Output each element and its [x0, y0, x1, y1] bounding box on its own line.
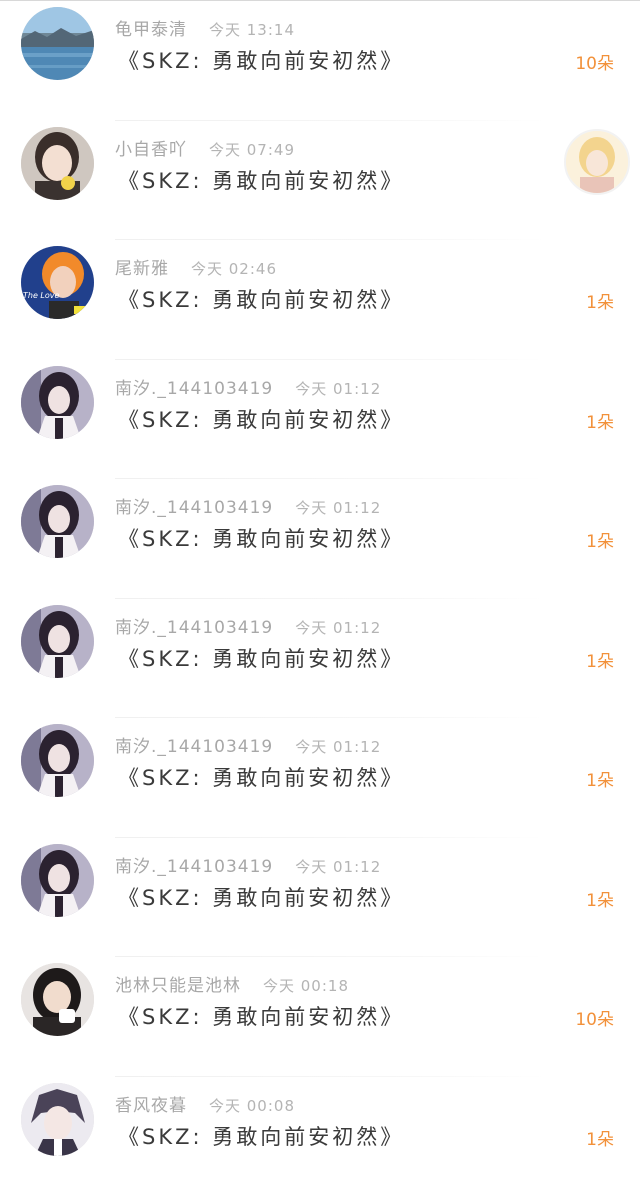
flower-reward: 1朵 [586, 647, 614, 672]
comment-text: 《SKZ: 勇敢向前安初然》 [118, 762, 404, 792]
flower-reward: 1朵 [586, 288, 614, 313]
flower-reward: 10朵 [575, 1005, 614, 1030]
flower-reward: 1朵 [586, 408, 614, 433]
username[interactable]: 香风夜暮 [115, 1096, 187, 1116]
dark-hair-girl-avatar-image [21, 605, 94, 678]
username[interactable]: 南汐._144103419 [115, 498, 273, 518]
username[interactable]: 小自香吖 [115, 140, 187, 160]
timestamp: 今天 01:12 [295, 738, 381, 756]
avatar[interactable] [21, 963, 94, 1036]
timestamp: 今天 02:46 [191, 260, 277, 278]
timestamp: 今天 01:12 [295, 380, 381, 398]
username[interactable]: 南汐._144103419 [115, 618, 273, 638]
avatar[interactable] [21, 366, 94, 439]
girl-eating-avatar-image [21, 963, 94, 1036]
flower-reward: 1朵 [586, 766, 614, 791]
dark-hair-girl-avatar-image [21, 724, 94, 797]
comment-text: 《SKZ: 勇敢向前安初然》 [118, 284, 404, 314]
comment-row[interactable]: 南汐._144103419 今天 01:12 《SKZ: 勇敢向前安初然》 1朵 [0, 599, 640, 719]
girl-avatar-image [21, 127, 94, 200]
timestamp: 今天 01:12 [295, 499, 381, 517]
avatar[interactable] [21, 844, 94, 917]
anime-avatar-image [21, 1083, 94, 1156]
comment-text: 《SKZ: 勇敢向前安初然》 [118, 165, 404, 195]
avatar-caption: The Love [23, 291, 60, 300]
flower-reward: 1朵 [586, 886, 614, 911]
comment-text: 《SKZ: 勇敢向前安初然》 [118, 523, 404, 553]
comment-list: 龟甲泰清今天 13:14 《SKZ: 勇敢向前安初然》 10朵 小自香吖今天 0… [0, 0, 640, 1169]
username[interactable]: 尾新雅 [115, 259, 169, 279]
comment-text: 《SKZ: 勇敢向前安初然》 [118, 45, 404, 75]
dark-hair-girl-avatar-image [21, 844, 94, 917]
flower-reward: 1朵 [586, 1125, 614, 1150]
dark-hair-girl-avatar-image [21, 366, 94, 439]
comment-row[interactable]: 南汐._144103419 今天 01:12 《SKZ: 勇敢向前安初然》 1朵 [0, 838, 640, 958]
username[interactable]: 龟甲泰清 [115, 20, 187, 40]
avatar[interactable] [21, 605, 94, 678]
timestamp: 今天 00:18 [263, 977, 349, 995]
orange-hair-avatar-image: The Love [21, 246, 94, 319]
comment-text: 《SKZ: 勇敢向前安初然》 [118, 882, 404, 912]
comment-row[interactable]: 小自香吖 今天 07:49 《SKZ: 勇敢向前安初然》 [0, 121, 640, 241]
username[interactable]: 南汐._144103419 [115, 737, 273, 757]
comment-row[interactable]: 香风夜暮 今天 00:08 《SKZ: 勇敢向前安初然》 1朵 [0, 1077, 640, 1196]
comment-row[interactable]: 南汐._144103419 今天 01:12 《SKZ: 勇敢向前安初然》 1朵 [0, 360, 640, 480]
username[interactable]: 南汐._144103419 [115, 379, 273, 399]
timestamp: 今天 00:08 [209, 1097, 295, 1115]
comment-row[interactable]: 南汐._144103419 今天 01:12 《SKZ: 勇敢向前安初然》 1朵 [0, 479, 640, 599]
avatar[interactable] [21, 1083, 94, 1156]
flower-reward: 10朵 [575, 49, 614, 74]
avatar[interactable] [21, 127, 94, 200]
avatar[interactable]: The Love [21, 246, 94, 319]
timestamp: 今天 07:49 [209, 141, 295, 159]
timestamp: 今天 01:12 [295, 858, 381, 876]
comment-text: 《SKZ: 勇敢向前安初然》 [118, 404, 404, 434]
username[interactable]: 南汐._144103419 [115, 857, 273, 877]
blonde-portrait-thumbnail[interactable] [564, 129, 630, 195]
comment-row[interactable]: 池林只能是池林 今天 00:18 《SKZ: 勇敢向前安初然》 10朵 [0, 957, 640, 1077]
username[interactable]: 池林只能是池林 [115, 976, 241, 996]
timestamp: 今天 01:12 [295, 619, 381, 637]
avatar[interactable] [21, 7, 94, 80]
comment-text: 《SKZ: 勇敢向前安初然》 [118, 1121, 404, 1151]
flower-reward: 1朵 [586, 527, 614, 552]
comment-text: 《SKZ: 勇敢向前安初然》 [118, 643, 404, 673]
comment-row[interactable]: The Love 尾新雅 今天 02:46 《SKZ: 勇敢向前安初然》 1朵 [0, 240, 640, 360]
avatar[interactable] [21, 724, 94, 797]
landscape-avatar-image [21, 7, 94, 80]
avatar[interactable] [21, 485, 94, 558]
comment-row[interactable]: 龟甲泰清 今天 13:14 《SKZ: 勇敢向前安初然》 10朵 [0, 1, 640, 121]
timestamp: 今天 13:14 [209, 21, 295, 39]
comment-text: 《SKZ: 勇敢向前安初然》 [118, 1001, 404, 1031]
comment-row[interactable]: 南汐._144103419 今天 01:12 《SKZ: 勇敢向前安初然》 1朵 [0, 718, 640, 838]
dark-hair-girl-avatar-image [21, 485, 94, 558]
